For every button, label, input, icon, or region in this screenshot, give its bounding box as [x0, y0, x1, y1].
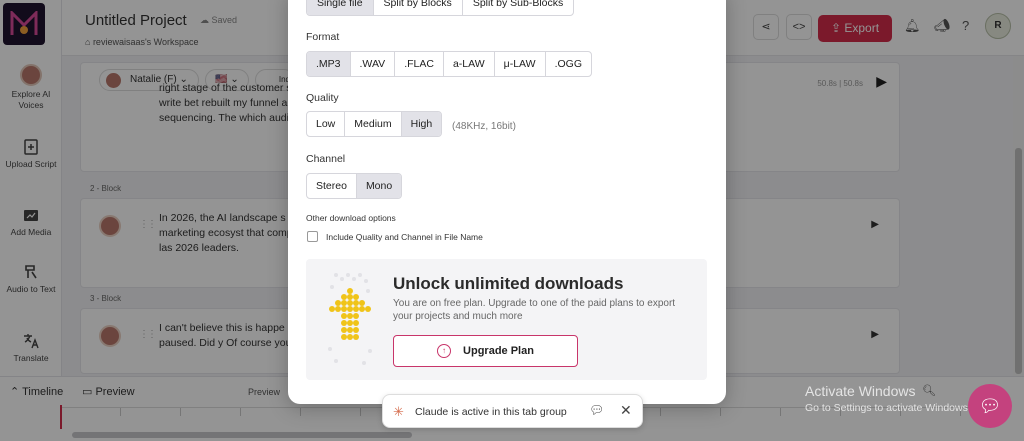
windows-activation-subtitle: Go to Settings to activate Windows.: [805, 402, 971, 414]
format-option-wav[interactable]: .WAV: [351, 52, 396, 76]
channel-option-stereo[interactable]: Stereo: [307, 174, 357, 198]
zoom-icon[interactable]: 🔍︎: [922, 384, 936, 397]
promo-subtitle: You are on free plan. Upgrade to one of …: [393, 298, 676, 322]
chat-icon: 💬︎: [978, 396, 1002, 416]
support-chat-button[interactable]: 💬︎: [968, 384, 1012, 428]
claude-tab-group-bar: ✳ Claude is active in this tab group 💬︎ …: [382, 394, 643, 428]
split-option-sub-blocks[interactable]: Split by Sub-Blocks: [463, 0, 573, 15]
format-option-ogg[interactable]: .OGG: [546, 52, 591, 76]
claude-status-text: Claude is active in this tab group: [415, 406, 567, 418]
quality-selector: Low Medium High: [306, 111, 443, 137]
format-label: Format: [306, 31, 340, 43]
windows-activation-title: Activate Windows: [805, 383, 916, 399]
claude-star-icon: ✳: [393, 404, 404, 419]
channel-label: Channel: [306, 153, 346, 165]
split-option-blocks[interactable]: Split by Blocks: [374, 0, 463, 15]
channel-selector: Stereo Mono: [306, 173, 403, 199]
arrow-up-circle-icon: ↑: [437, 344, 452, 359]
chat-bubble-icon[interactable]: 💬︎: [589, 403, 604, 417]
upgrade-promo: Unlock unlimited downloads You are on fr…: [306, 259, 707, 380]
include-quality-checkbox-label[interactable]: Include Quality and Channel in File Name: [326, 232, 483, 242]
format-option-ulaw[interactable]: μ-LAW: [495, 52, 546, 76]
split-option-single-file[interactable]: Single file: [307, 0, 374, 15]
close-icon[interactable]: ✕: [620, 402, 632, 419]
export-dialog: Single file Split by Blocks Split by Sub…: [288, 0, 726, 404]
include-quality-checkbox[interactable]: [307, 231, 318, 242]
split-mode-selector: Single file Split by Blocks Split by Sub…: [306, 0, 575, 16]
format-option-mp3[interactable]: .MP3: [307, 52, 351, 76]
format-selector: .MP3 .WAV .FLAC a-LAW μ-LAW .OGG: [306, 51, 592, 77]
upgrade-plan-label: Upgrade Plan: [463, 345, 534, 357]
channel-option-mono[interactable]: Mono: [356, 174, 402, 198]
upgrade-plan-button[interactable]: ↑ Upgrade Plan: [393, 335, 578, 367]
quality-option-low[interactable]: Low: [307, 112, 346, 136]
quality-note: (48KHz, 16bit): [452, 121, 516, 132]
quality-option-medium[interactable]: Medium: [345, 112, 402, 136]
promo-title: Unlock unlimited downloads: [393, 274, 624, 293]
quality-option-high[interactable]: High: [401, 112, 442, 136]
format-option-alaw[interactable]: a-LAW: [444, 52, 495, 76]
other-options-label: Other download options: [306, 213, 396, 223]
format-option-flac[interactable]: .FLAC: [395, 52, 444, 76]
quality-label: Quality: [306, 92, 339, 104]
upload-arrow-illustration: [328, 273, 372, 365]
